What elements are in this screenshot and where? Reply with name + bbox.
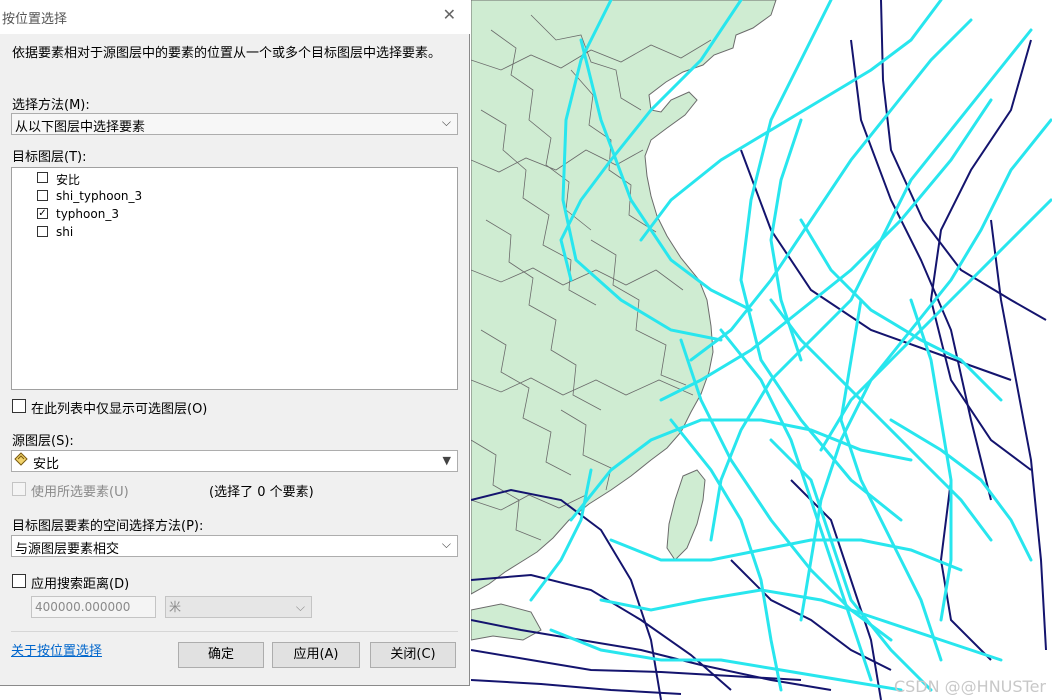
taiwan-island xyxy=(666,469,706,561)
search-distance-label: 应用搜索距离(D) xyxy=(31,577,130,592)
spatial-method-select[interactable]: 与源图层要素相交 ⌵ xyxy=(11,535,458,557)
method-select[interactable]: 从以下图层中选择要素 ⌵ xyxy=(11,113,458,135)
chevron-down-icon: ⌵ xyxy=(441,115,451,129)
close-icon[interactable]: ✕ xyxy=(443,5,456,24)
layer-checkbox[interactable] xyxy=(37,226,48,237)
divider xyxy=(11,631,458,632)
only-selectable-label: 在此列表中仅显示可选图层(O) xyxy=(31,402,208,417)
unit-value: 米 xyxy=(169,600,182,614)
use-selected-checkbox[interactable] xyxy=(12,482,26,496)
method-value: 从以下图层中选择要素 xyxy=(15,120,146,135)
close-button[interactable]: 关闭(C) xyxy=(370,642,456,668)
spatial-method-label: 目标图层要素的空间选择方法(P): xyxy=(12,519,204,534)
source-layer-select[interactable]: 安比 ▼ xyxy=(11,450,458,472)
layer-name: shi xyxy=(56,225,74,239)
chevron-down-icon: ⌵ xyxy=(295,600,305,614)
source-layer-value: 安比 xyxy=(33,457,60,472)
select-by-location-dialog: 按位置选择 ✕ 依据要素相对于源图层中的要素的位置从一个或多个目标图层中选择要素… xyxy=(0,0,470,686)
ok-button[interactable]: 确定 xyxy=(178,642,264,668)
layer-name: 安比 xyxy=(56,173,81,187)
map-canvas xyxy=(471,0,1052,700)
target-layers-list[interactable]: 安比 shi_typhoon_3 ✓ typhoon_3 shi xyxy=(11,167,458,390)
layer-checkbox-checked[interactable]: ✓ xyxy=(37,208,48,219)
use-selected-label: 使用所选要素(U) xyxy=(31,485,129,500)
chevron-down-icon: ⌵ xyxy=(441,537,451,551)
layer-icon xyxy=(14,452,28,466)
layer-name: shi_typhoon_3 xyxy=(56,189,143,203)
title-bar: 按位置选择 ✕ xyxy=(0,0,470,34)
layer-name: typhoon_3 xyxy=(56,207,119,221)
target-layers-label: 目标图层(T): xyxy=(12,150,87,165)
selected-count: (选择了 0 个要素) xyxy=(209,485,314,500)
search-distance-checkbox[interactable] xyxy=(12,574,26,588)
help-link[interactable]: 关于按位置选择 xyxy=(11,640,102,659)
spatial-method-value: 与源图层要素相交 xyxy=(15,542,120,557)
apply-button[interactable]: 应用(A) xyxy=(272,642,360,668)
source-layer-label: 源图层(S): xyxy=(12,434,74,449)
distance-input[interactable]: 400000.000000 xyxy=(31,596,156,618)
description-text: 依据要素相对于源图层中的要素的位置从一个或多个目标图层中选择要素。 xyxy=(12,46,442,61)
only-selectable-checkbox[interactable] xyxy=(12,399,26,413)
map-view[interactable]: CSDN @@HNUSTer xyxy=(471,0,1052,700)
dialog-title: 按位置选择 xyxy=(2,12,68,27)
watermark: CSDN @@HNUSTer xyxy=(893,677,1046,696)
dropdown-arrow-icon: ▼ xyxy=(442,454,451,467)
layer-checkbox[interactable] xyxy=(37,190,48,201)
method-label: 选择方法(M): xyxy=(12,98,90,113)
unit-select[interactable]: 米 ⌵ xyxy=(165,596,312,618)
layer-checkbox[interactable] xyxy=(37,172,48,183)
